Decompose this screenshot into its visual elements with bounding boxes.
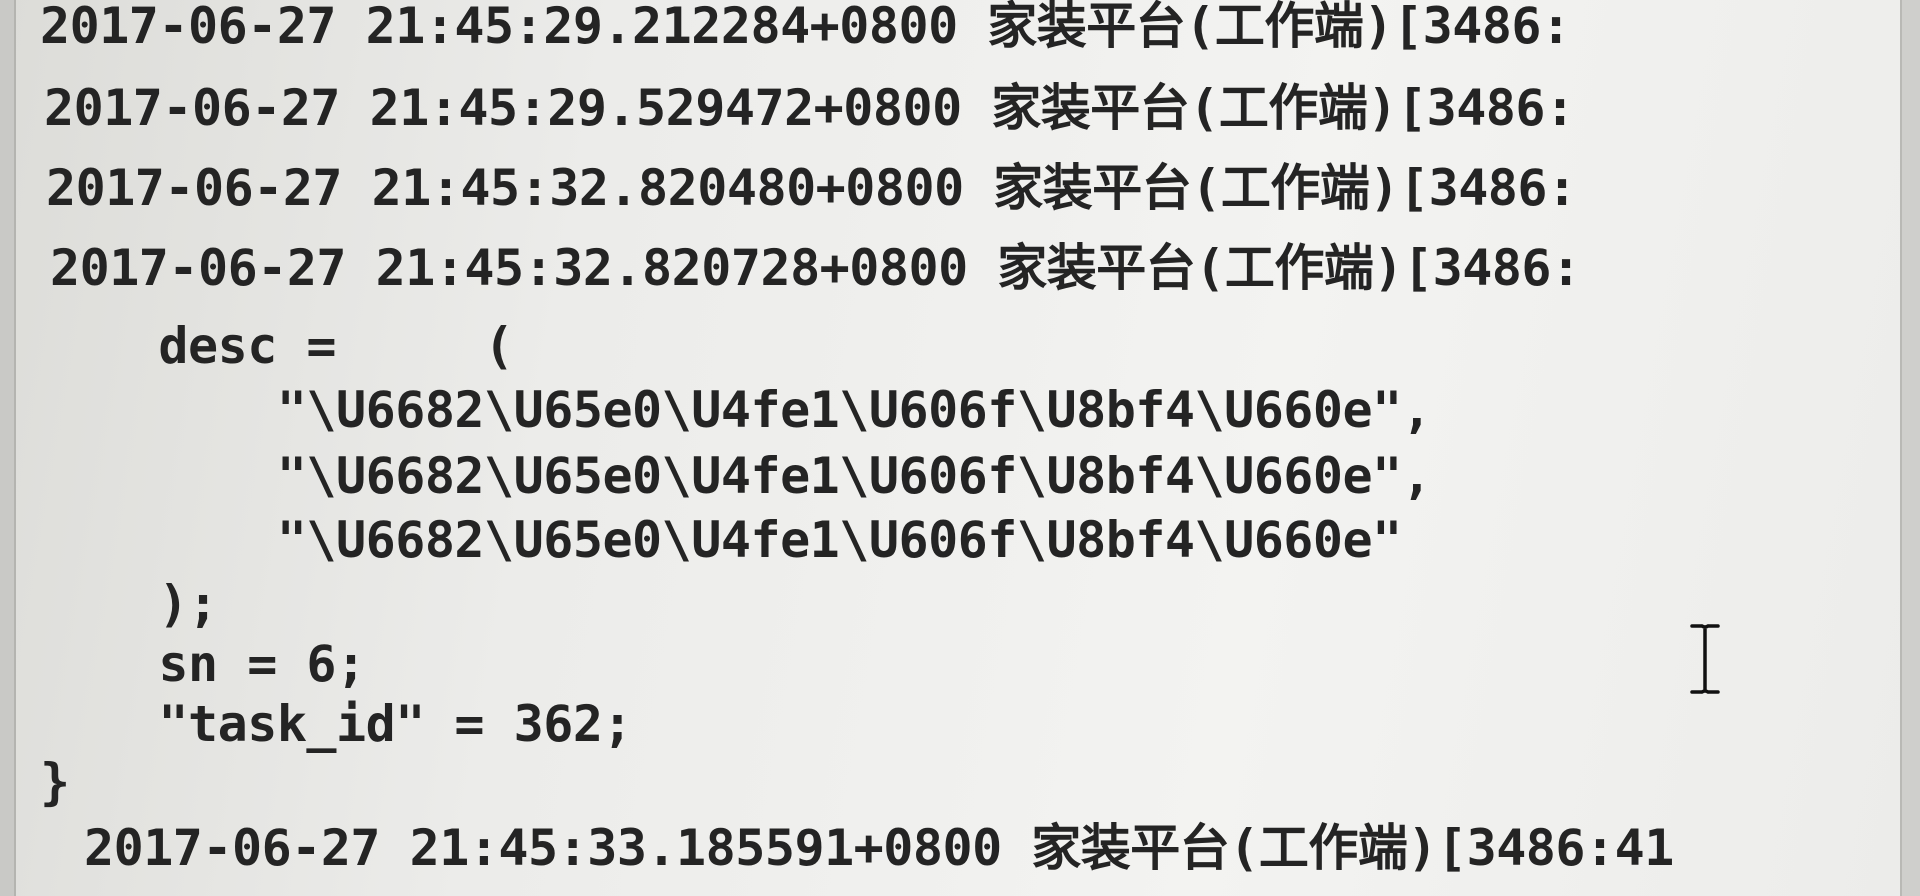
log-line: ); xyxy=(40,575,218,633)
log-line: 2017-06-27 21:45:33.185591+0800 家装平台(工作端… xyxy=(84,819,1674,877)
log-line: "\U6682\U65e0\U4fe1\U606f\U8bf4\U660e", xyxy=(40,381,1432,439)
text-cursor-icon xyxy=(1690,624,1720,694)
log-line: desc = ( xyxy=(40,317,514,375)
log-line: sn = 6; xyxy=(40,635,366,693)
window-left-edge xyxy=(0,0,16,896)
log-line: 2017-06-27 21:45:32.820728+0800 家装平台(工作端… xyxy=(50,239,1581,297)
screen: 2017-06-27 21:45:29.212284+0800 家装平台(工作端… xyxy=(0,0,1920,896)
log-line: 2017-06-27 21:45:29.529472+0800 家装平台(工作端… xyxy=(44,79,1575,137)
log-line: "\U6682\U65e0\U4fe1\U606f\U8bf4\U660e" xyxy=(40,511,1402,569)
log-line: 2017-06-27 21:45:29.212284+0800 家装平台(工作端… xyxy=(40,0,1571,55)
log-line: 2017-06-27 21:45:32.820480+0800 家装平台(工作端… xyxy=(46,159,1577,217)
console-output[interactable]: 2017-06-27 21:45:29.212284+0800 家装平台(工作端… xyxy=(40,0,1900,896)
log-line: "task_id" = 362; xyxy=(40,695,633,753)
log-line: "\U6682\U65e0\U4fe1\U606f\U8bf4\U660e", xyxy=(40,447,1432,505)
scrollbar-track[interactable] xyxy=(1900,0,1920,896)
log-line: } xyxy=(40,753,70,811)
